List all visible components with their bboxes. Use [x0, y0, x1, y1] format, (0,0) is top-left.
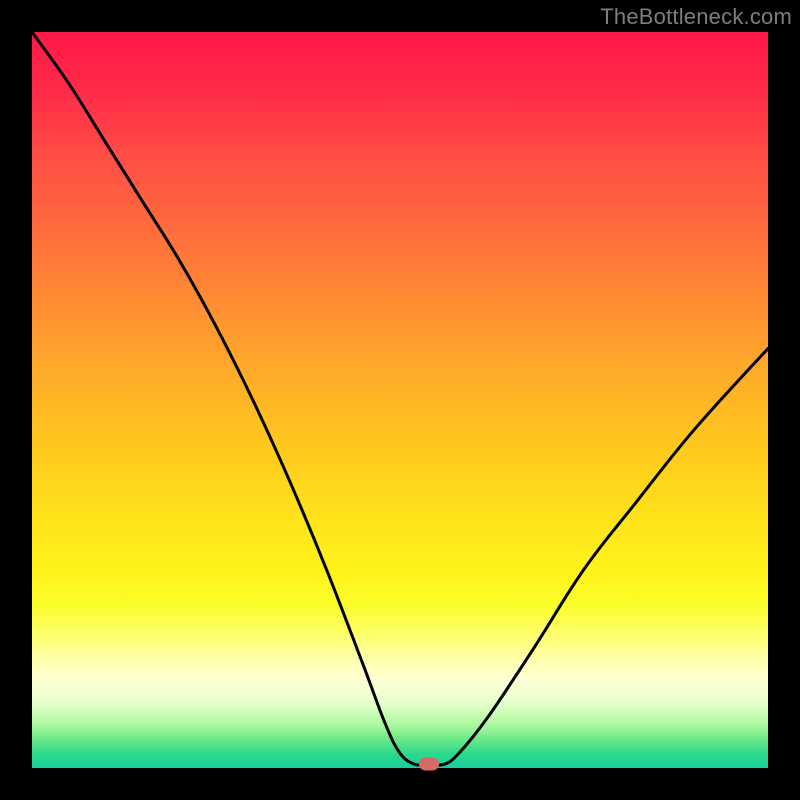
chart-frame: TheBottleneck.com	[0, 0, 800, 800]
watermark-label: TheBottleneck.com	[600, 4, 792, 30]
optimum-marker	[419, 758, 439, 771]
plot-area	[32, 32, 768, 768]
